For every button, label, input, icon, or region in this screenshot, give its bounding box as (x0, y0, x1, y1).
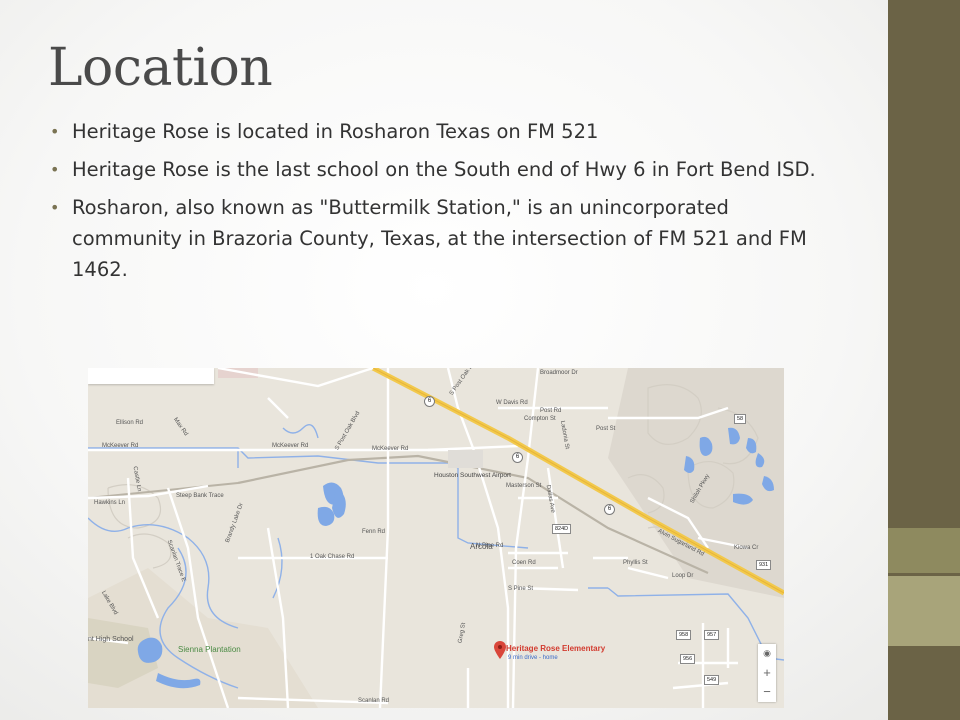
my-location-icon[interactable]: ◉ (758, 644, 776, 663)
road-label: 1 Oak Chase Rd (310, 554, 355, 560)
bullet-list: • Heritage Rose is located in Rosharon T… (46, 116, 836, 292)
bullet-icon: • (50, 198, 60, 217)
road-shield: 957 (704, 630, 720, 640)
bullet-item: • Heritage Rose is located in Rosharon T… (46, 116, 836, 147)
highway-shield: 6 (512, 452, 523, 463)
sidebar-band (888, 528, 960, 573)
airport-label: Houston Southwest Airport (434, 472, 511, 479)
road-label: Steep Bank Trace (176, 493, 224, 499)
highway-shield: 6 (424, 396, 435, 407)
map-zoom-controls: ◉ + − (758, 644, 776, 702)
road-label: Phyllis St (623, 560, 648, 566)
road-label: McKeever Rd (102, 443, 139, 449)
bullet-icon: • (50, 160, 60, 179)
sienna-label: Sienna Plantation (178, 645, 241, 654)
road-label: Post Rd (540, 408, 562, 414)
road-label: Broadmoor Dr (540, 370, 578, 376)
map-overlay-box (88, 368, 214, 384)
road-label: Hawkins Ln (94, 500, 126, 506)
bullet-icon: • (50, 122, 60, 141)
road-label: Post St (596, 426, 616, 432)
slide: Location • Heritage Rose is located in R… (0, 0, 960, 720)
road-label: Ellison Rd (116, 420, 144, 426)
road-shield: 549 (704, 675, 720, 685)
high-school-label: nt High School (88, 636, 134, 643)
road-label: Loop Dr (672, 573, 694, 579)
marker-subtitle: 9 min drive - home (508, 655, 558, 661)
bullet-item: • Heritage Rose is the last school on th… (46, 154, 836, 185)
marker-title[interactable]: Heritage Rose Elementary (506, 644, 605, 653)
location-map[interactable]: Broadmoor Dr W Davis Rd Post Rd Post St … (88, 368, 784, 708)
arcola-label: Arcola (470, 542, 493, 551)
location-pin-icon[interactable] (494, 641, 506, 659)
road-shield: 958 (676, 630, 692, 640)
bullet-text: Heritage Rose is located in Rosharon Tex… (72, 120, 599, 143)
bullet-text: Heritage Rose is the last school on the … (72, 158, 816, 181)
road-label: Scanlan Rd (358, 698, 390, 704)
decorative-sidebar (888, 0, 960, 720)
road-shield: 58 (734, 414, 747, 424)
road-label: Coen Rd (512, 560, 536, 566)
road-label: Fenn Rd (362, 529, 386, 535)
zoom-in-button[interactable]: + (758, 663, 776, 682)
slide-title: Location (48, 38, 273, 98)
road-label: McKeever Rd (372, 446, 409, 452)
road-shield: 931 (756, 560, 772, 570)
highway-shield: 6 (604, 504, 615, 515)
road-label: Kiowa Cr (734, 545, 759, 551)
road-label: Compton St (524, 416, 556, 422)
zoom-out-button[interactable]: − (758, 682, 776, 701)
road-label: W Davis Rd (496, 400, 528, 406)
road-label: Masterson St (506, 483, 542, 489)
bullet-item: • Rosharon, also known as "Buttermilk St… (46, 192, 836, 285)
road-label: McKeever Rd (272, 443, 309, 449)
bullet-text: Rosharon, also known as "Buttermilk Stat… (72, 196, 807, 281)
road-shield: 956 (680, 654, 696, 664)
road-shield: 824D (552, 524, 572, 534)
sidebar-band (888, 576, 960, 646)
road-label: S Pine St (508, 586, 534, 592)
